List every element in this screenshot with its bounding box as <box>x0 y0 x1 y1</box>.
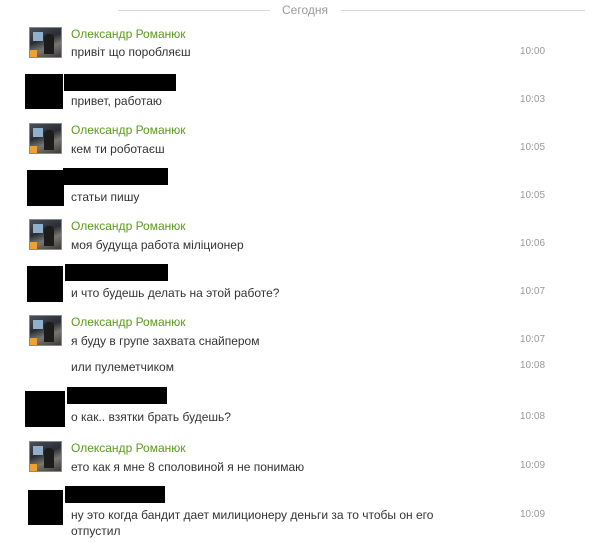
message-time: 10:06 <box>520 238 546 249</box>
avatar-redacted <box>27 170 64 206</box>
message-time: 10:07 <box>520 334 546 345</box>
avatar-redacted <box>25 74 63 109</box>
message-time: 10:05 <box>520 142 546 153</box>
message-time: 10:03 <box>520 94 546 105</box>
message-time: 10:07 <box>520 286 546 297</box>
status-icon <box>30 338 37 345</box>
avatar[interactable] <box>29 27 62 58</box>
author-name-redacted <box>65 264 168 281</box>
avatar[interactable] <box>29 219 62 250</box>
message-text: ну это когда бандит дает милиционеру ден… <box>71 508 434 538</box>
author-name-redacted <box>63 168 168 185</box>
avatar[interactable] <box>29 315 62 346</box>
author-name[interactable]: Олександр Романюк <box>71 123 186 137</box>
date-separator: Сегодня <box>0 3 609 19</box>
message-text: о как.. взятки брать будешь? <box>71 410 231 424</box>
message-time: 10:05 <box>520 190 546 201</box>
author-name[interactable]: Олександр Романюк <box>71 27 186 41</box>
status-icon <box>30 464 37 471</box>
date-label: Сегодня <box>282 3 328 17</box>
message-text: кем ти роботаєш <box>71 142 165 156</box>
author-name[interactable]: Олександр Романюк <box>71 315 186 329</box>
message-time: 10:09 <box>520 509 546 520</box>
status-icon <box>30 50 37 57</box>
divider-line-left <box>118 10 270 11</box>
author-name-redacted <box>64 74 176 91</box>
divider-line-right <box>341 10 585 11</box>
message-time: 10:09 <box>520 460 546 471</box>
status-icon <box>30 242 37 249</box>
message-time: 10:00 <box>520 46 546 57</box>
author-name-redacted <box>67 387 167 404</box>
message-text: и что будешь делать на этой работе? <box>71 286 280 300</box>
message-text: я буду в групе захвата снайпером <box>71 334 260 348</box>
message-text: привет, работаю <box>71 94 162 108</box>
avatar[interactable] <box>29 123 62 154</box>
message-time: 10:08 <box>520 411 546 422</box>
message-time: 10:08 <box>520 360 546 371</box>
avatar-redacted <box>25 391 65 427</box>
message-text: или пулеметчиком <box>71 360 174 374</box>
author-name-redacted <box>65 486 165 503</box>
message-text: статьи пишу <box>71 190 140 204</box>
avatar[interactable] <box>29 441 62 472</box>
message-text: привіт що поробляєш <box>71 45 191 59</box>
author-name[interactable]: Олександр Романюк <box>71 219 186 233</box>
avatar-redacted <box>27 266 63 302</box>
avatar-redacted <box>28 490 63 525</box>
message-text: ето как я мне 8 споловиной я не понимаю <box>71 460 305 474</box>
author-name[interactable]: Олександр Романюк <box>71 441 186 455</box>
status-icon <box>30 146 37 153</box>
message-text: моя будуща работа міліционер <box>71 238 244 252</box>
